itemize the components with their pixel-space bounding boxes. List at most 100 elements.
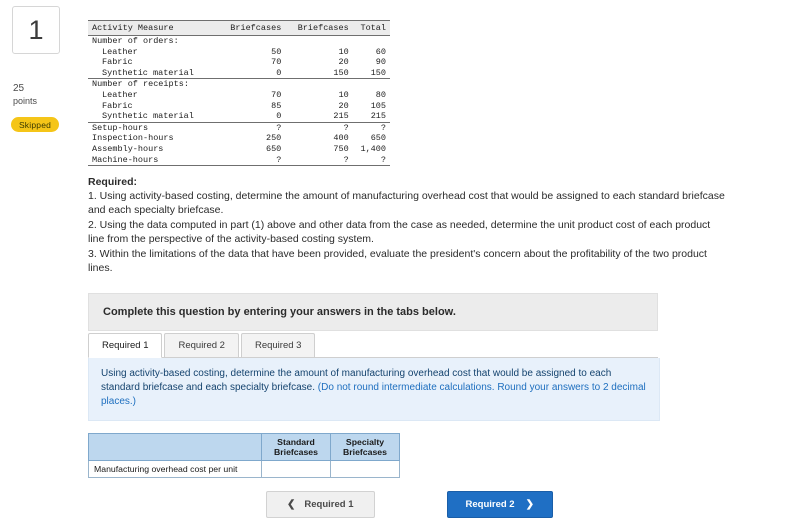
row-value: ? — [217, 154, 286, 167]
row-value: 0 — [217, 67, 286, 80]
previous-requirement-label: Required 1 — [304, 499, 354, 511]
row-value — [285, 36, 352, 47]
tab-required-3[interactable]: Required 3 — [240, 333, 316, 358]
row-value: 0 — [217, 111, 286, 123]
row-value: 85 — [271, 100, 282, 111]
status-badge: Skipped — [11, 117, 59, 132]
row-value: 215 — [285, 111, 353, 123]
table-row: Synthetic material 0 150 150 — [88, 67, 390, 80]
column-header-activity-measure: Activity Measure — [88, 20, 218, 36]
row-value: 80 — [375, 89, 386, 100]
tab-instructions: Using activity-based costing, determine … — [88, 358, 660, 422]
row-value: ? — [285, 154, 353, 167]
table-row: Setup-hours ? ? ? — [88, 122, 390, 133]
row-value — [218, 36, 285, 47]
row-value: 60 — [375, 46, 386, 57]
entry-cell-standard[interactable] — [261, 460, 331, 479]
tab-required-1[interactable]: Required 1 — [88, 333, 163, 359]
row-value — [218, 79, 285, 90]
requirements-heading: Required: — [88, 176, 138, 189]
next-requirement-button[interactable]: Required 2 ❯ — [446, 491, 553, 519]
requirement-tabs: Required 1 Required 2 Required 3 — [88, 331, 658, 359]
row-value — [285, 79, 352, 90]
row-label: Inspection-hours — [92, 133, 174, 144]
table-row: Number of orders: — [88, 36, 390, 47]
row-label: Synthetic material — [88, 67, 218, 80]
row-value: 1,400 — [360, 143, 386, 154]
table-header-row: Activity Measure Briefcases Briefcases T… — [88, 20, 390, 36]
answer-entry-table: Standard Briefcases Specialty Briefcases… — [88, 433, 400, 479]
row-value: 10 — [338, 89, 349, 100]
requirement-2: 2. Using the data computed in part (1) a… — [88, 219, 711, 245]
question-number-box: 1 — [12, 6, 60, 54]
row-value: ? — [343, 122, 349, 133]
row-value: ? — [276, 122, 282, 133]
table-row: Inspection-hours 250 400 650 — [88, 133, 390, 144]
chevron-left-icon: ❮ — [287, 498, 296, 510]
row-value: 150 — [352, 67, 390, 80]
row-value — [353, 79, 390, 90]
table-row: Number of receipts: — [88, 79, 390, 90]
answer-card: Complete this question by entering your … — [88, 293, 660, 519]
row-label: Setup-hours — [92, 122, 149, 133]
table-row: Fabric 85 20 105 — [88, 101, 390, 112]
row-value: ? — [380, 122, 386, 133]
table-row: Fabric 70 20 90 — [88, 57, 390, 68]
table-row: Leather 50 10 60 — [88, 47, 390, 58]
activity-data-table: Activity Measure Briefcases Briefcases T… — [88, 20, 390, 167]
overhead-standard-input[interactable] — [262, 461, 330, 477]
entry-column-header-specialty: Specialty Briefcases — [330, 433, 400, 462]
row-value: 105 — [370, 100, 386, 111]
points-value: 25 — [13, 83, 25, 94]
entry-row-label: Manufacturing overhead cost per unit — [88, 460, 262, 479]
row-value: 750 — [333, 143, 349, 154]
row-value: 650 — [265, 143, 282, 154]
entry-header-row: Standard Briefcases Specialty Briefcases — [88, 433, 400, 462]
row-label: Machine-hours — [88, 154, 218, 167]
column-header-total: Total — [352, 20, 390, 36]
requirement-1: 1. Using activity-based costing, determi… — [88, 190, 725, 216]
row-value: 250 — [265, 133, 282, 144]
row-label: Fabric — [102, 100, 133, 111]
points-label: points — [13, 96, 38, 106]
row-value: 50 — [271, 46, 282, 57]
overhead-specialty-input[interactable] — [331, 461, 399, 477]
column-header-standard: Briefcases — [217, 20, 286, 36]
entry-cell-specialty[interactable] — [330, 460, 400, 479]
table-row: Assembly-hours 650 750 1,400 — [88, 144, 390, 155]
row-value: 70 — [271, 57, 282, 68]
row-label: Number of receipts: — [92, 79, 189, 90]
row-label: Leather — [102, 46, 138, 57]
row-value: 20 — [338, 100, 349, 111]
chevron-right-icon: ❯ — [525, 498, 534, 510]
row-label: Number of orders: — [92, 36, 179, 46]
row-label: Leather — [102, 89, 138, 100]
entry-corner-header — [88, 433, 262, 462]
table-row: Synthetic material 0 215 215 — [88, 111, 390, 123]
tab-required-2[interactable]: Required 2 — [164, 333, 239, 358]
question-body: Activity Measure Briefcases Briefcases T… — [88, 0, 788, 519]
previous-requirement-button[interactable]: ❮ Required 1 — [266, 491, 375, 519]
row-label: Fabric — [102, 57, 133, 68]
row-value: 215 — [352, 111, 390, 123]
requirement-3: 3. Within the limitations of the data th… — [88, 248, 707, 274]
row-value: 150 — [285, 67, 353, 80]
row-value: 650 — [370, 133, 386, 144]
question-rail: 1 25 points Skipped — [8, 6, 70, 132]
table-row: Leather 70 10 80 — [88, 90, 390, 101]
next-requirement-label: Required 2 — [465, 499, 515, 511]
row-value: ? — [352, 154, 390, 167]
row-value: 20 — [338, 57, 349, 68]
row-value: 10 — [338, 46, 349, 57]
answer-card-header: Complete this question by entering your … — [88, 293, 658, 332]
row-value: 70 — [271, 89, 282, 100]
entry-column-header-standard: Standard Briefcases — [261, 433, 331, 462]
row-value — [353, 36, 390, 47]
row-label: Assembly-hours — [92, 143, 164, 154]
table-row: Machine-hours ? ? ? — [88, 154, 390, 167]
entry-row: Manufacturing overhead cost per unit — [88, 460, 400, 479]
row-value: 90 — [375, 57, 386, 68]
question-number: 1 — [28, 14, 44, 45]
row-label: Synthetic material — [88, 111, 218, 123]
navigation-row: ❮ Required 1 Required 2 ❯ — [88, 491, 658, 519]
